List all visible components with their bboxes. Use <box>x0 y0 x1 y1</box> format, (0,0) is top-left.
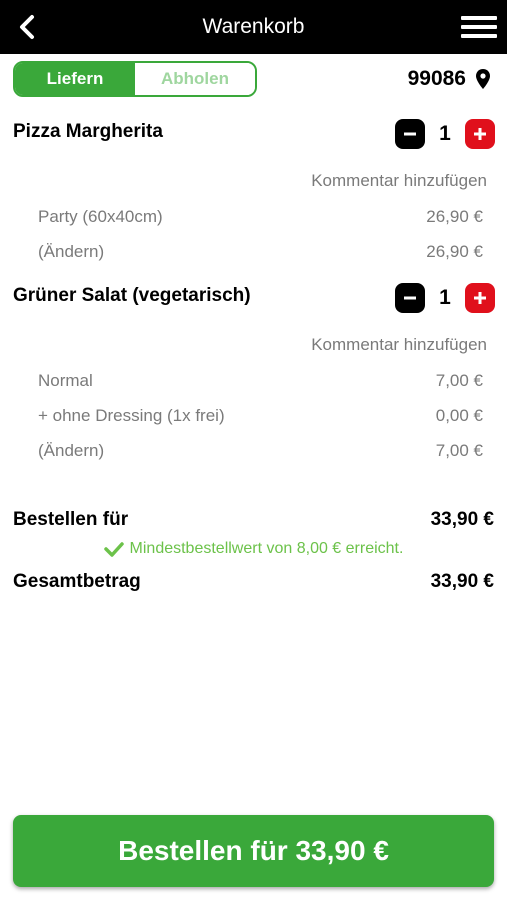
decrease-quantity-button[interactable] <box>395 119 425 149</box>
hamburger-menu-icon[interactable] <box>461 12 497 42</box>
place-order-button[interactable]: Bestellen für 33,90 € <box>13 815 494 887</box>
order-for-value: 33,90 € <box>430 509 494 530</box>
order-for-label: Bestellen für <box>13 509 129 530</box>
change-item-link[interactable]: (Ändern) <box>38 242 104 262</box>
item-detail-row: (Ändern) 26,90 € <box>38 242 483 262</box>
location-pin-icon <box>476 69 490 89</box>
min-order-note: Mindestbestellwert von 8,00 € erreicht. <box>0 540 507 558</box>
item-detail-row: (Ändern) 7,00 € <box>38 441 483 461</box>
delivery-option-abholen[interactable]: Abholen <box>135 63 255 95</box>
item-detail-row: + ohne Dressing (1x frei) 0,00 € <box>38 406 483 426</box>
postal-code-value: 99086 <box>407 67 466 90</box>
plus-icon <box>474 292 486 304</box>
cart-item-name: Pizza Margherita <box>13 121 163 142</box>
detail-price: 7,00 € <box>435 371 483 390</box>
decrease-quantity-button[interactable] <box>395 283 425 313</box>
postal-code[interactable]: 99086 <box>408 62 490 96</box>
increase-quantity-button[interactable] <box>465 283 495 313</box>
detail-price: 0,00 € <box>435 406 483 425</box>
page-title: Warenkorb <box>202 15 305 38</box>
total-value: 33,90 € <box>430 571 494 592</box>
order-subtotal-row: Bestellen für 33,90 € <box>13 509 494 531</box>
plus-icon <box>474 128 486 140</box>
cart-page: Warenkorb Liefern Abholen 99086 Pizza Ma… <box>0 0 507 900</box>
detail-label: Party (60x40cm) <box>38 207 163 226</box>
total-label: Gesamtbetrag <box>13 571 141 592</box>
item-detail-row: Party (60x40cm) 26,90 € <box>38 207 483 227</box>
order-total-row: Gesamtbetrag 33,90 € <box>13 571 494 593</box>
detail-label: + ohne Dressing (1x frei) <box>38 406 225 425</box>
delivery-mode-toggle: Liefern Abholen <box>13 61 257 97</box>
min-order-text: Mindestbestellwert von 8,00 € erreicht. <box>129 540 404 557</box>
detail-price: 26,90 € <box>426 207 483 226</box>
change-item-link[interactable]: (Ändern) <box>38 441 104 461</box>
quantity-value: 1 <box>439 286 451 309</box>
add-comment-link[interactable]: Kommentar hinzufügen <box>311 335 487 355</box>
quantity-stepper: 1 <box>395 283 495 313</box>
add-comment-link[interactable]: Kommentar hinzufügen <box>311 171 487 191</box>
detail-label: Normal <box>38 371 93 390</box>
item-detail-row: Normal 7,00 € <box>38 371 483 391</box>
increase-quantity-button[interactable] <box>465 119 495 149</box>
minus-icon <box>404 296 416 300</box>
cart-item-name: Grüner Salat (vegetarisch) <box>13 285 251 306</box>
quantity-stepper: 1 <box>395 119 495 149</box>
quantity-value: 1 <box>439 122 451 145</box>
checkmark-icon <box>103 541 124 557</box>
delivery-option-liefern[interactable]: Liefern <box>15 63 135 95</box>
top-bar: Warenkorb <box>0 0 507 54</box>
detail-price: 7,00 € <box>435 441 483 460</box>
minus-icon <box>404 132 416 136</box>
detail-price: 26,90 € <box>426 242 483 261</box>
